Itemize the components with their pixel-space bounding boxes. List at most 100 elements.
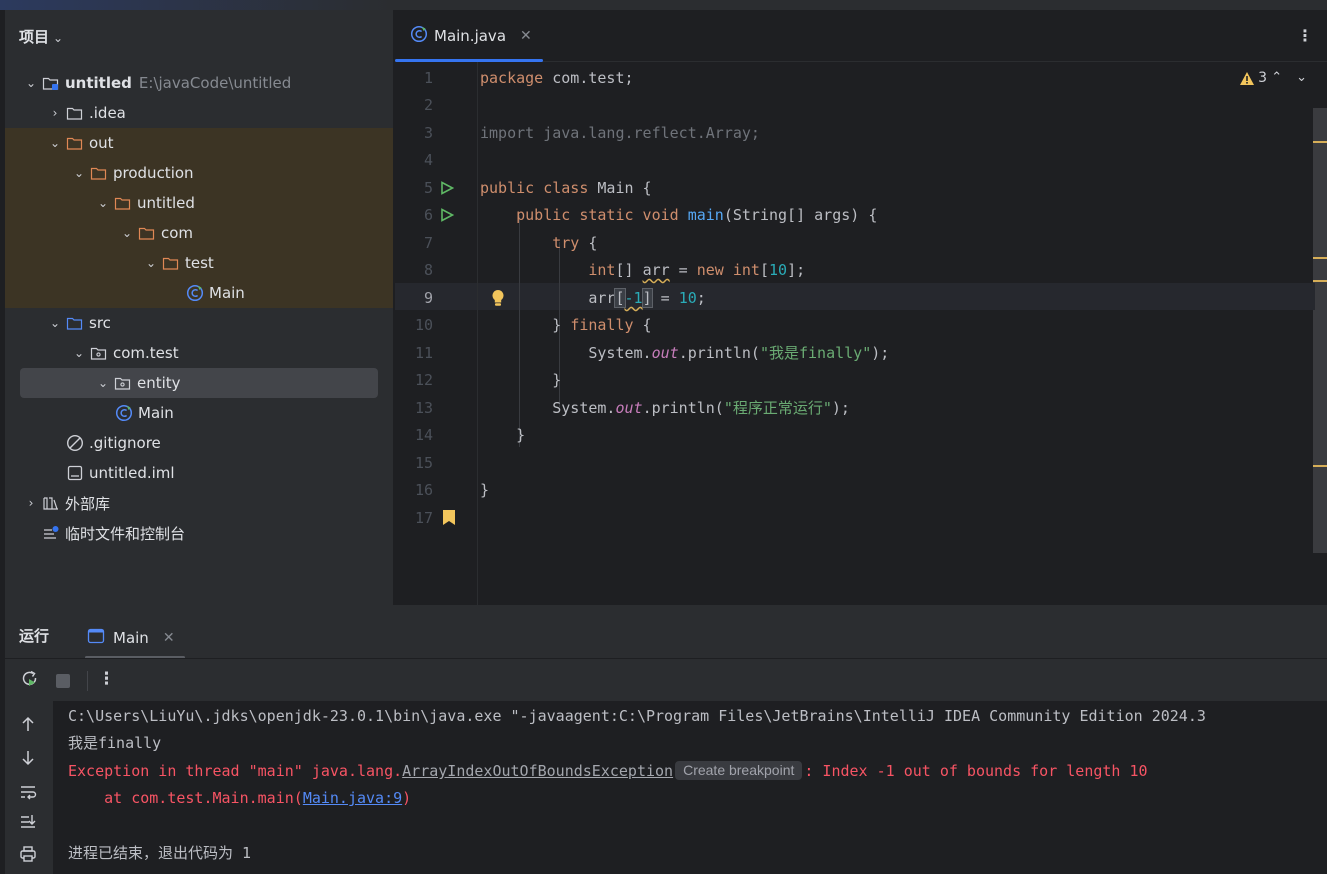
source-location-link[interactable]: Main.java:9 [303,789,402,807]
console-exit-line: 进程已结束，退出代码为 1 [68,844,252,862]
exception-class-link[interactable]: ArrayIndexOutOfBoundsException [402,762,673,780]
chevron-down-icon[interactable]: ⌄ [1296,70,1321,85]
more-vertical-icon[interactable]: ⋮ [98,669,115,689]
tree-item-production[interactable]: ⌄ production [5,158,393,188]
chevron-down-icon[interactable]: ⌄ [95,196,111,210]
more-vertical-icon[interactable]: ⋮ [1297,26,1313,45]
line-number[interactable]: 14 [395,422,433,449]
module-folder-icon [42,75,60,91]
folder-icon [66,105,84,121]
run-gutter-icon[interactable] [440,181,455,199]
tree-item-untitled-root[interactable]: ⌄ untitled E:\javaCode\untitled [5,68,393,98]
tree-item-entity[interactable]: ⌄ entity [20,368,378,398]
tree-item-src[interactable]: ⌄ src [5,308,393,338]
run-gutter-icon[interactable] [440,208,455,226]
tree-item-main-class[interactable]: Main [5,398,393,428]
tree-item-untitled-out[interactable]: ⌄ untitled [5,188,393,218]
tree-item-com-test[interactable]: ⌄ com.test [5,338,393,368]
line-number[interactable]: 9 [395,285,433,312]
code-line-12[interactable]: } [480,367,561,394]
chevron-down-icon[interactable]: ⌄ [119,226,135,240]
chevron-down-icon[interactable]: ⌄ [71,346,87,360]
chevron-up-icon[interactable]: ⌃ [1271,70,1296,85]
soft-wrap-icon[interactable] [19,783,37,805]
line-number[interactable]: 2 [395,92,433,119]
line-number[interactable]: 15 [395,450,433,477]
close-icon[interactable]: ✕ [163,630,175,646]
line-number[interactable]: 11 [395,340,433,367]
stop-icon[interactable] [55,673,71,693]
line-number[interactable]: 5 [395,175,433,202]
project-panel-header[interactable]: 项目 ⌄ [19,26,63,47]
tree-item-out[interactable]: ⌄ out [5,128,393,158]
console-command-line: C:\Users\LiuYu\.jdks\openjdk-23.0.1\bin\… [68,707,1206,725]
inspection-widget[interactable]: 3 [1239,70,1267,86]
line-number[interactable]: 12 [395,367,433,394]
code-line-6[interactable]: public static void main(String[] args) { [480,202,877,229]
rerun-icon[interactable] [21,670,39,692]
print-icon[interactable] [19,845,37,867]
tree-item-label: Main [138,404,174,422]
excluded-folder-icon [162,255,180,271]
tree-item-iml[interactable]: untitled.iml [5,458,393,488]
tree-item-external-libraries[interactable]: › 外部库 [5,488,393,518]
chevron-down-icon[interactable]: ⌄ [47,316,63,330]
chevron-down-icon[interactable]: ⌄ [23,76,39,90]
tree-item-test[interactable]: ⌄ test [5,248,393,278]
navigate-arrows[interactable]: ⌃⌄ [1271,70,1321,85]
tree-item-idea[interactable]: › .idea [5,98,393,128]
line-number[interactable]: 17 [395,505,433,532]
chevron-down-icon[interactable]: ⌄ [47,136,63,150]
line-number[interactable]: 3 [395,120,433,147]
warning-marker[interactable] [1313,141,1327,143]
warning-marker[interactable] [1313,280,1327,282]
code-line-16[interactable]: } [480,477,489,504]
bookmark-icon[interactable] [443,510,455,529]
code-line-3[interactable]: import java.lang.reflect.Array; [480,120,760,147]
run-tab-main[interactable]: Main ✕ [85,615,185,660]
arrow-up-icon[interactable] [19,715,37,737]
create-breakpoint-button[interactable]: Create breakpoint [675,761,803,780]
code-line-5[interactable]: public class Main { [480,175,652,202]
code-line-11[interactable]: System.out.println("我是finally"); [480,340,889,367]
line-number[interactable]: 6 [395,202,433,229]
scratches-icon [42,525,60,541]
tree-item-label: entity [137,374,181,392]
editor-scrollbar[interactable] [1313,108,1327,553]
tree-item-label: out [89,134,114,152]
line-number[interactable]: 7 [395,230,433,257]
warning-marker[interactable] [1313,257,1327,259]
code-line-1[interactable]: package com.test; [480,65,634,92]
chevron-down-icon[interactable]: ⌄ [143,256,159,270]
chevron-down-icon[interactable]: ⌄ [71,166,87,180]
line-number[interactable]: 13 [395,395,433,422]
line-number[interactable]: 4 [395,147,433,174]
package-icon [114,375,132,391]
tree-item-scratches[interactable]: 临时文件和控制台 [5,518,393,548]
code-line-7[interactable]: try { [480,230,597,257]
code-line-10[interactable]: } finally { [480,312,651,339]
line-number[interactable]: 8 [395,257,433,284]
code-line-9[interactable]: arr[-1] = 10; [480,285,706,312]
chevron-right-icon[interactable]: › [47,106,63,120]
tab-main-java[interactable]: Main.java ✕ [395,10,543,62]
line-number[interactable]: 10 [395,312,433,339]
chevron-right-icon[interactable]: › [23,496,39,510]
code-line-14[interactable]: } [480,422,525,449]
tree-item-label: com.test [113,344,179,362]
tree-item-label: .gitignore [89,434,161,452]
tree-item-com[interactable]: ⌄ com [5,218,393,248]
arrow-down-icon[interactable] [19,749,37,771]
chevron-down-icon[interactable]: ⌄ [95,376,111,390]
console-output[interactable]: C:\Users\LiuYu\.jdks\openjdk-23.0.1\bin\… [53,701,1327,874]
code-line-13[interactable]: System.out.println("程序正常运行"); [480,395,850,422]
tree-item-gitignore[interactable]: .gitignore [5,428,393,458]
tree-item-main-class-out[interactable]: Main [5,278,393,308]
line-number[interactable]: 16 [395,477,433,504]
code-line-8[interactable]: int[] arr = new int[10]; [480,257,805,284]
library-icon [42,495,60,511]
scroll-to-end-icon[interactable] [19,813,37,835]
line-number[interactable]: 1 [395,65,433,92]
warning-marker[interactable] [1313,465,1327,467]
close-icon[interactable]: ✕ [520,28,532,44]
